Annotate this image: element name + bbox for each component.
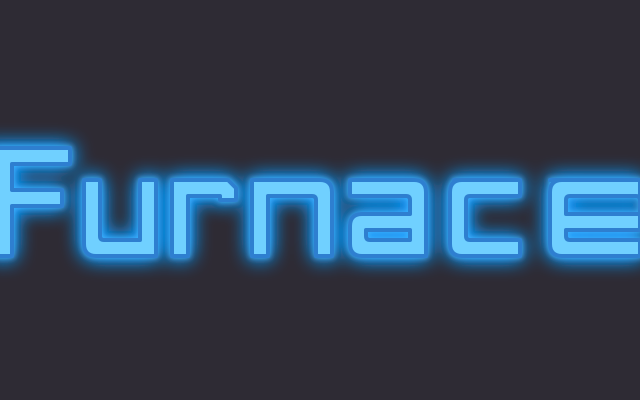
letter-a	[348, 178, 428, 258]
letter-u	[82, 178, 158, 258]
letter-r	[170, 178, 238, 258]
letter-c	[448, 178, 522, 258]
logo-letterforms	[0, 146, 640, 258]
splash-screen	[0, 0, 640, 400]
letter-n	[250, 178, 334, 258]
letter-f	[0, 146, 72, 258]
furnace-logo	[0, 146, 640, 258]
letter-e	[548, 178, 640, 258]
